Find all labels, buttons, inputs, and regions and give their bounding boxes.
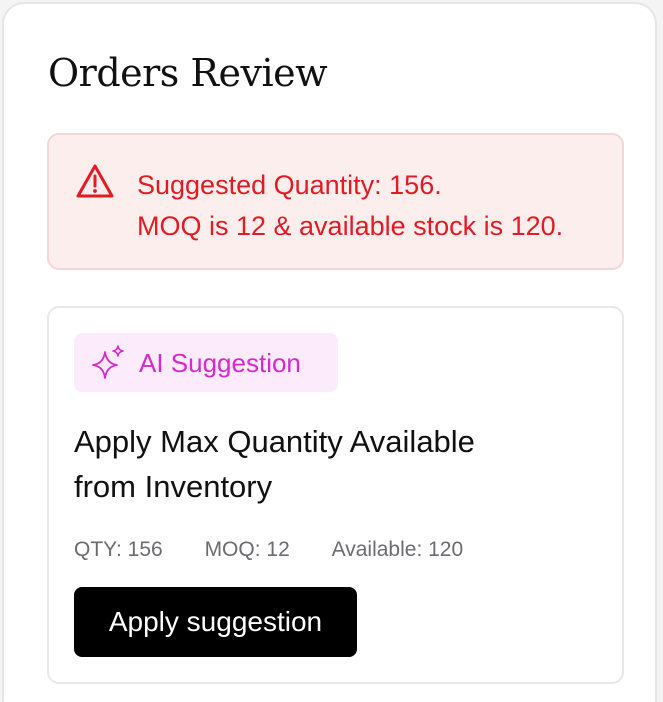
suggestion-title-line-2: from Inventory (74, 469, 273, 504)
ai-suggestion-label: AI Suggestion (139, 348, 301, 378)
suggestion-stats: QTY: 156 MOQ: 12 Available: 120 (74, 536, 499, 564)
sparkle-icon (92, 345, 124, 379)
suggestion-title-line-1: Apply Max Quantity Available (74, 424, 475, 459)
suggestion-title: Apply Max Quantity Available from Invent… (74, 419, 594, 509)
ai-suggestion-card: AI Suggestion Apply Max Quantity Availab… (47, 306, 624, 684)
alert-line-suggested-quantity: Suggested Quantity: 156. (137, 170, 442, 200)
page-title: Orders Review (48, 51, 328, 95)
orders-review-panel: Orders Review Suggested Quantity: 156. M… (2, 2, 657, 702)
alert-line-moq-stock: MOQ is 12 & available stock is 120. (137, 211, 564, 241)
warning-triangle-icon (76, 164, 114, 198)
available-stat: Available: 120 (331, 538, 464, 561)
moq-stat: MOQ: 12 (204, 538, 290, 561)
qty-stat: QTY: 156 (74, 538, 163, 561)
apply-suggestion-button[interactable]: Apply suggestion (74, 587, 357, 657)
ai-suggestion-badge: AI Suggestion (74, 333, 338, 392)
alert-message: Suggested Quantity: 156. MOQ is 12 & ava… (137, 165, 563, 247)
quantity-warning-alert: Suggested Quantity: 156. MOQ is 12 & ava… (47, 133, 624, 270)
